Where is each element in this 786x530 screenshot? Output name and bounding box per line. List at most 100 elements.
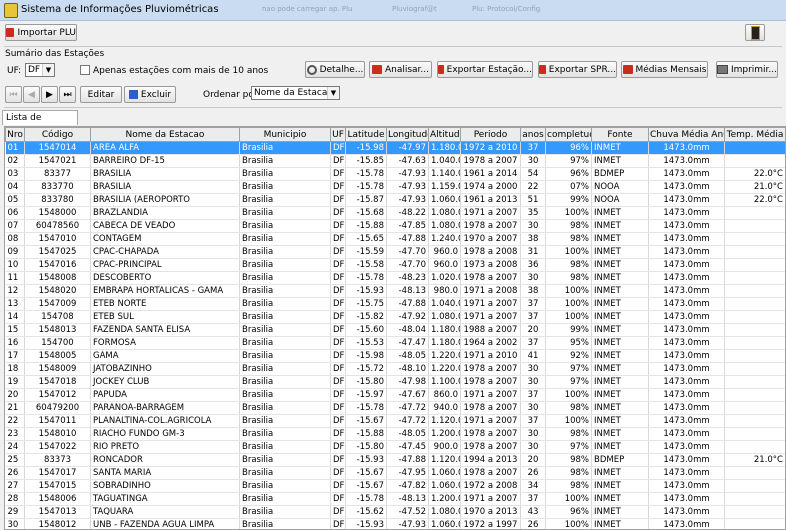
table-cell: 960.0 — [428, 258, 461, 272]
table-cell: 1473.0mm — [648, 219, 725, 233]
table-row[interactable]: 27 1547015 SOBRADINHO Brasilia DF -15.67 -47.8… — [5, 479, 785, 493]
column-header[interactable]: Latitude — [345, 127, 387, 142]
table-cell: CPAC-CHAPADA — [90, 245, 240, 259]
table-row[interactable]: 16 154700 FORMOSA Brasilia DF -15.53 -47.47 1.1… — [5, 336, 785, 350]
column-header[interactable]: Nome da Estacao — [90, 127, 240, 142]
table-cell: Brasilia — [239, 219, 331, 233]
table-cell: 51 — [520, 193, 546, 207]
column-header[interactable]: anos — [520, 127, 546, 142]
table-row[interactable]: 05 833780 BRASILIA (AEROPORTO Brasilia DF -15… — [5, 193, 785, 207]
order-by-select[interactable]: Nome da Estacao ▼ — [251, 86, 340, 100]
delete-button[interactable]: Excluir — [124, 86, 176, 103]
table-row[interactable]: 13 1547009 ETEB NORTE Brasilia DF -15.75 -47.8… — [5, 297, 785, 311]
exportar-spr-button[interactable]: Exportar SPR... — [538, 61, 617, 78]
table-cell: EMBRAPA HORTALICAS - GAMA — [90, 284, 240, 298]
table-row[interactable]: 30 1548012 UNB - FAZENDA AGUA LIMPA Brasili… — [5, 518, 785, 529]
detalhe-button[interactable]: Detalhe... — [305, 61, 365, 78]
more-than-10-years-checkbox[interactable] — [80, 65, 90, 75]
table-cell: DF — [330, 505, 346, 519]
medias-mensais-label: Médias Mensais — [635, 64, 707, 75]
table-cell: AREA ALFA — [90, 141, 240, 155]
table-row[interactable]: 20 1547012 PAPUDA Brasilia DF -15.97 -47.67 860… — [5, 388, 785, 402]
table-cell: 1473.0mm — [648, 505, 725, 519]
stations-grid[interactable]: Nro Código Nome da Estacao Municipio UF Latit… — [4, 126, 786, 530]
table-row[interactable]: 10 1547016 CPAC-PRINCIPAL Brasilia DF -15.58-… — [5, 258, 785, 272]
edit-label: Editar — [87, 89, 115, 100]
column-header[interactable]: completude — [545, 127, 592, 142]
imprimir-label: Imprimir... — [730, 64, 777, 75]
column-header[interactable]: Temp. Média — [724, 127, 785, 142]
table-cell: DF — [330, 401, 346, 415]
table-cell: 1988 a 2007 — [460, 323, 521, 337]
table-cell: 1547025 — [24, 245, 91, 259]
table-row[interactable]: 24 1547022 RIO PRETO Brasilia DF -15.80 -47.45… — [5, 440, 785, 454]
table-cell: Brasilia — [239, 388, 331, 402]
table-cell: 1978 a 2007 — [460, 375, 521, 389]
table-row[interactable]: 03 83377 BRASILIA Brasilia DF -15.78 -47.93 1.1… — [5, 167, 785, 181]
table-cell: -47.93 — [386, 193, 429, 207]
background-tab-1: nao pode carregar ap. Plu — [262, 5, 353, 13]
table-row[interactable]: 08 1547010 CONTAGEM Brasilia DF -15.65 -47.88 1… — [5, 232, 785, 246]
table-row[interactable]: 25 83373 RONCADOR Brasilia DF -15.93 -47.88 1.1… — [5, 453, 785, 467]
import-plu-button[interactable]: Importar PLU — [5, 24, 77, 41]
edit-button[interactable]: Editar — [80, 86, 122, 103]
table-cell: BARREIRO DF-15 — [90, 154, 240, 168]
nav-last-button[interactable]: ⏭ — [59, 86, 76, 103]
column-header[interactable]: Nro — [5, 127, 25, 142]
nav-next-button[interactable]: ▶ — [41, 86, 58, 103]
analisar-button[interactable]: Analisar... — [369, 61, 432, 78]
column-header[interactable]: Fonte — [591, 127, 649, 142]
tab-lista-de-estacoes[interactable]: Lista de Estações — [2, 110, 78, 138]
table-row[interactable]: 15 1548013 FAZENDA SANTA ELISA Brasilia DF -1… — [5, 323, 785, 337]
table-cell: ETEB NORTE — [90, 297, 240, 311]
table-row[interactable]: 23 1548010 RIACHO FUNDO GM-3 Brasilia DF -15.… — [5, 427, 785, 441]
table-row[interactable]: 29 1547013 TAQUARA Brasilia DF -15.62 -47.52 1.… — [5, 505, 785, 519]
table-cell: Brasilia — [239, 167, 331, 181]
table-row[interactable]: 04 833770 BRASILIA Brasilia DF -15.78 -47.93 1.… — [5, 180, 785, 194]
table-cell: 1971 a 2007 — [460, 297, 521, 311]
column-header[interactable]: Código — [24, 127, 91, 142]
table-cell: 1.220.0 — [428, 362, 461, 376]
medias-mensais-button[interactable]: Médias Mensais — [621, 61, 708, 78]
table-cell: -15.98 — [345, 141, 387, 155]
table-row[interactable]: 17 1548005 GAMA Brasilia DF -15.98 -48.05 1.220… — [5, 349, 785, 363]
table-cell: DF — [330, 479, 346, 493]
table-row[interactable]: 02 1547021 BARREIRO DF-15 Brasilia DF -15.85-… — [5, 154, 785, 168]
table-row[interactable]: 21 60479200 PARANOA-BARRAGEM Brasilia DF -15.… — [5, 401, 785, 415]
table-cell: 1.240.0 — [428, 232, 461, 246]
table-row[interactable]: 09 1547025 CPAC-CHAPADA Brasilia DF -15.59 -47… — [5, 245, 785, 259]
order-by-label: Ordenar por — [203, 90, 258, 100]
table-row[interactable]: 26 1547017 SANTA MARIA Brasilia DF -15.67 -47.… — [5, 466, 785, 480]
column-header[interactable]: Chuva Média Anual — [648, 127, 725, 142]
table-cell: -47.82 — [386, 479, 429, 493]
table-row[interactable]: 18 1548009 JATOBAZINHO Brasilia DF -15.72 -48.… — [5, 362, 785, 376]
table-cell: 83373 — [24, 453, 91, 467]
table-cell: FAZENDA SANTA ELISA — [90, 323, 240, 337]
column-header[interactable]: Periodo — [460, 127, 521, 142]
table-row[interactable]: 06 1548000 BRAZLANDIA Brasilia DF -15.68 -48.2… — [5, 206, 785, 220]
column-header[interactable]: Longitude — [386, 127, 429, 142]
table-row[interactable]: 11 1548008 DESCOBERTO Brasilia DF -15.78 -48.2… — [5, 271, 785, 285]
table-row[interactable]: 07 60478560 CABECA DE VEADO Brasilia DF -15.8… — [5, 219, 785, 233]
table-cell: -15.72 — [345, 362, 387, 376]
table-cell: 30 — [520, 440, 546, 454]
column-header[interactable]: UF — [330, 127, 346, 142]
table-row[interactable]: 01 1547014 AREA ALFA Brasilia DF -15.98 -47.97… — [5, 141, 785, 155]
imprimir-button[interactable]: Imprimir... — [716, 61, 778, 78]
table-row[interactable]: 22 1547011 PLANALTINA-COL.AGRICOLA Brasilia… — [5, 414, 785, 428]
exportar-estacao-button[interactable]: Exportar Estação... — [437, 61, 533, 78]
table-row[interactable]: 28 1548006 TAGUATINGA Brasilia DF -15.78 -48.1… — [5, 492, 785, 506]
table-row[interactable]: 12 1548020 EMBRAPA HORTALICAS - GAMA Brasil… — [5, 284, 785, 298]
table-cell: -47.70 — [386, 245, 429, 259]
table-cell: 1547017 — [24, 466, 91, 480]
table-cell: -15.88 — [345, 219, 387, 233]
exit-button[interactable] — [745, 24, 765, 41]
table-row[interactable]: 14 154708 ETEB SUL Brasilia DF -15.82 -47.92 1.… — [5, 310, 785, 324]
uf-select[interactable]: DF ▼ — [25, 63, 55, 77]
column-header[interactable]: Altitude — [428, 127, 461, 142]
column-header[interactable]: Municipio — [239, 127, 331, 142]
nav-prev-button[interactable]: ◀ — [23, 86, 40, 103]
table-row[interactable]: 19 1547018 JOCKEY CLUB Brasilia DF -15.80 -47.… — [5, 375, 785, 389]
nav-first-button[interactable]: ⏮ — [5, 86, 22, 103]
table-cell: 37 — [520, 141, 546, 155]
